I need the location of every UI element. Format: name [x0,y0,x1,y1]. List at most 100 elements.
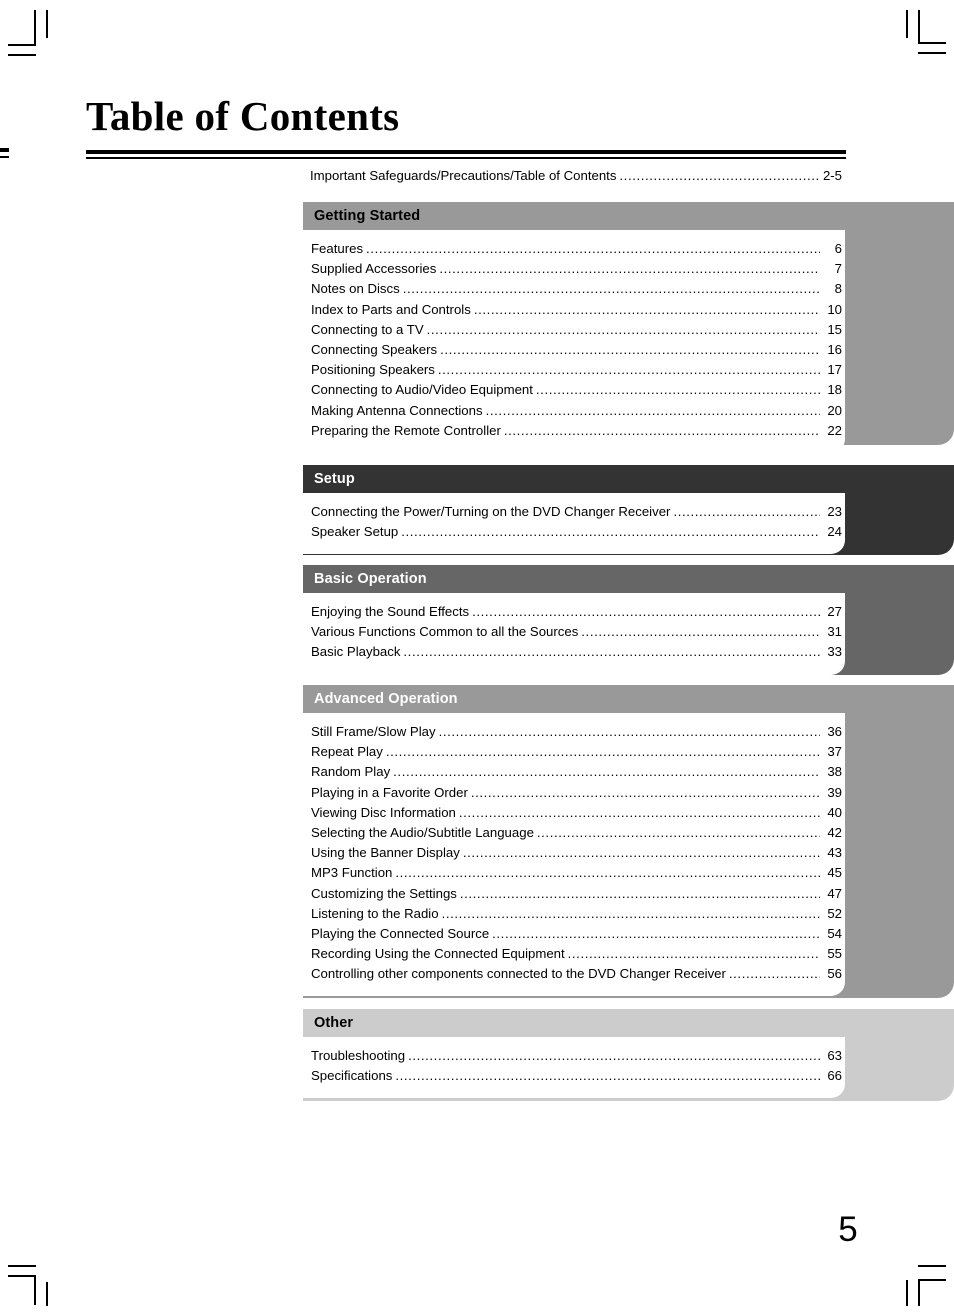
toc-entry-page: 33 [827,644,842,660]
toc-entry-label: Viewing Disc Information [311,804,456,820]
toc-entry-page: 55 [827,946,842,962]
toc-entry-label: Important Safeguards/Precautions/Table o… [310,168,617,183]
toc-entry[interactable]: Repeat Play.............................… [303,744,845,764]
toc-leader-dots: ........................................… [567,946,820,962]
toc-leader-dots: ........................................… [437,362,820,378]
toc-section-header-advanced-operation: Advanced Operation [303,685,954,713]
toc-entry-label: Using the Banner Display [311,845,460,861]
toc-entry-label: Index to Parts and Controls [311,301,471,317]
toc-entry-page: 20 [827,402,842,418]
toc-entry[interactable]: Speaker Setup...........................… [303,524,845,544]
toc-leader-dots: ........................................… [439,261,820,277]
toc-entry[interactable]: Viewing Disc Information................… [303,805,845,825]
toc-entry[interactable]: Playing in a Favorite Order.............… [303,785,845,805]
crop-mark-bottom-right [906,1280,908,1306]
crop-mark-left-middle [0,156,9,158]
toc-leader-dots: ........................................… [536,824,820,840]
toc-leader-dots: ........................................… [462,845,820,861]
toc-section-body: Still Frame/Slow Play...................… [303,713,845,997]
toc-entry[interactable]: Features................................… [303,241,845,261]
toc-entry-label: Selecting the Audio/Subtitle Language [311,824,534,840]
toc-entry[interactable]: Index to Parts and Controls.............… [303,302,845,322]
toc-entry-label: Making Antenna Connections [311,402,483,418]
toc-entry-label: Various Functions Common to all the Sour… [311,624,579,640]
toc-entry[interactable]: Listening to the Radio..................… [303,906,845,926]
toc-leader-dots: ........................................… [426,321,820,337]
toc-entry-label: Supplied Accessories [311,261,437,277]
toc-entry-page: 17 [827,362,842,378]
toc-entry-page: 45 [827,865,842,881]
crop-mark-bottom-right [918,1279,920,1306]
toc-leader-dots: ........................................… [385,744,820,760]
toc-entry[interactable]: Preparing the Remote Controller.........… [303,423,845,443]
toc-entry-label: Features [311,241,364,256]
toc-entry[interactable]: Making Antenna Connections..............… [303,403,845,423]
toc-entry[interactable]: Various Functions Common to all the Sour… [303,624,845,644]
toc-entry-page: 40 [827,804,842,820]
toc-entry-page: 8 [834,281,842,297]
toc-entry[interactable]: Supplied Accessories....................… [303,261,845,281]
toc-entry[interactable]: Positioning Speakers....................… [303,362,845,382]
toc-entry[interactable]: Recording Using the Connected Equipment.… [303,946,845,966]
toc-entry[interactable]: MP3 Function............................… [303,865,845,885]
toc-entry-important-safeguards[interactable]: Important Safeguards/Precautions/Table o… [310,168,842,183]
toc-entry[interactable]: Customizing the Settings................… [303,886,845,906]
toc-entry[interactable]: Selecting the Audio/Subtitle Language...… [303,825,845,845]
toc-section-body: Features................................… [303,230,845,453]
toc-section-title: Setup [314,471,355,487]
toc-entry[interactable]: Specifications..........................… [303,1068,845,1088]
toc-entry-page: 6 [834,241,842,256]
crop-mark-top-left [8,54,36,56]
crop-mark-bottom-left [8,1275,36,1277]
toc-entry-label: Still Frame/Slow Play [311,724,436,739]
toc-leader-dots: ........................................… [402,281,820,297]
toc-leader-dots: ........................................… [408,1048,820,1063]
toc-section-title: Advanced Operation [314,691,458,707]
toc-section-body: Enjoying the Sound Effects..............… [303,593,845,675]
toc-entry[interactable]: Controlling other components connected t… [303,966,845,986]
toc-entry-label: Connecting to Audio/Video Equipment [311,382,533,398]
toc-leader-dots: ........................................… [459,885,820,901]
toc-entry[interactable]: Basic Playback..........................… [303,644,845,664]
toc-leader-dots: ........................................… [393,764,820,780]
toc-entry-label: Speaker Setup [311,524,399,540]
toc-entry[interactable]: Connecting to a TV......................… [303,322,845,342]
toc-entry-label: Playing in a Favorite Order [311,784,468,800]
toc-entry[interactable]: Random Play.............................… [303,764,845,784]
toc-entry[interactable]: Using the Banner Display................… [303,845,845,865]
toc-entry-label: Troubleshooting [311,1048,406,1063]
toc-section-header-other: Other [303,1009,954,1037]
toc-leader-dots: ........................................… [535,382,820,398]
toc-entry-label: Notes on Discs [311,281,400,297]
toc-entry-label: Connecting to a TV [311,321,424,337]
toc-leader-dots: ........................................… [441,905,820,921]
toc-section-header-setup: Setup [303,465,954,493]
toc-entry-label: Specifications [311,1068,393,1084]
toc-entry-page: 37 [827,744,842,760]
toc-entry[interactable]: Still Frame/Slow Play...................… [303,724,845,744]
toc-leader-dots: ........................................… [438,724,820,739]
toc-entry[interactable]: Connecting to Audio/Video Equipment.....… [303,382,845,402]
toc-entry-page: 63 [827,1048,842,1063]
toc-section-header-basic-operation: Basic Operation [303,565,954,593]
toc-leader-dots: ........................................… [473,301,820,317]
toc-entry[interactable]: Connecting the Power/Turning on the DVD … [303,504,845,524]
toc-entry[interactable]: Playing the Connected Source............… [303,926,845,946]
toc-leader-dots: ........................................… [403,644,820,660]
crop-mark-top-left [8,44,36,46]
toc-entry[interactable]: Connecting Speakers.....................… [303,342,845,362]
toc-leader-dots: ........................................… [503,422,820,438]
toc-entry[interactable]: Troubleshooting.........................… [303,1048,845,1068]
toc-section-header-getting-started: Getting Started [303,202,954,230]
toc-leader-dots: ........................................… [401,524,820,540]
toc-entry[interactable]: Notes on Discs..........................… [303,281,845,301]
toc-entry-label: Connecting the Power/Turning on the DVD … [311,504,671,519]
toc-leader-dots: ........................................… [728,966,820,982]
crop-mark-left-middle [0,148,9,152]
toc-leader-dots: ........................................… [619,168,820,183]
crop-mark-bottom-left [34,1275,36,1305]
title-rule-thick [86,150,846,154]
toc-entry[interactable]: Enjoying the Sound Effects..............… [303,604,845,624]
toc-entry-page: 2-5 [822,168,842,183]
toc-entry-page: 15 [827,321,842,337]
